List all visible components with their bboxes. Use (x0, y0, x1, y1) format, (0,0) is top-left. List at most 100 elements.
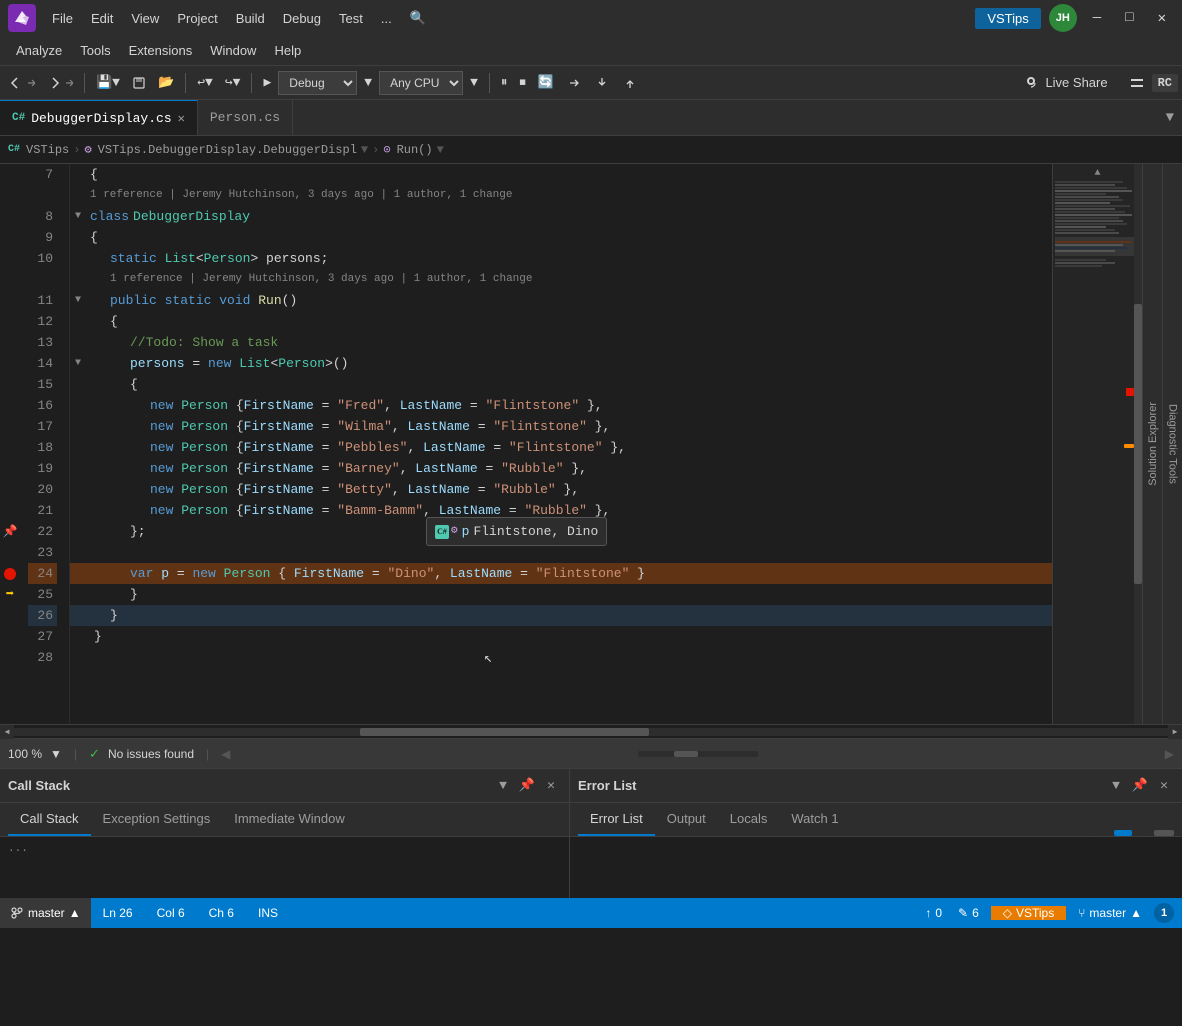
menu-file[interactable]: File (44, 7, 81, 30)
code-line-28 (86, 647, 1052, 668)
menu-edit[interactable]: Edit (83, 7, 121, 30)
error-list-content (570, 837, 1182, 898)
debug-restart[interactable]: 🔄 (533, 72, 559, 93)
minimize-button[interactable]: — (1085, 6, 1109, 30)
tab-immediate-window[interactable]: Immediate Window (222, 803, 357, 836)
user-avatar[interactable]: JH (1049, 4, 1077, 32)
h-scroll-left[interactable]: ◀ (0, 725, 14, 739)
menu-help[interactable]: Help (266, 39, 309, 62)
tab-dropdown[interactable]: ▼ (1158, 110, 1182, 126)
debug-start[interactable]: ▶ (258, 72, 276, 93)
call-stack-pin-btn[interactable]: 📌 (517, 776, 537, 796)
tab-locals[interactable]: Locals (718, 803, 780, 836)
fold-8[interactable]: ▼ (75, 211, 81, 222)
menu-view[interactable]: View (123, 7, 167, 30)
gutter-10 (0, 248, 20, 290)
menu-test[interactable]: Test (331, 7, 371, 30)
gutter-20 (0, 479, 20, 500)
solution-explorer-tab[interactable]: Solution Explorer (1142, 164, 1162, 724)
menu-extensions[interactable]: Extensions (121, 39, 201, 62)
zoom-level[interactable]: 100 % (8, 747, 42, 761)
editor-area: 📌 ➡ 7 8 9 10 11 12 13 14 15 16 17 18 19 … (0, 164, 1182, 724)
vstips-status[interactable]: ◇ VSTips (991, 906, 1066, 920)
tab-bar: C# DebuggerDisplay.cs ✕ Person.cs ▼ (0, 100, 1182, 136)
tab-output[interactable]: Output (655, 803, 718, 836)
code-line-27: } (86, 626, 1052, 647)
tab-debuggerdisplay[interactable]: C# DebuggerDisplay.cs ✕ (0, 100, 198, 135)
fold-14[interactable]: ▼ (75, 358, 81, 369)
tab-person[interactable]: Person.cs (198, 100, 293, 135)
status-col[interactable]: Col 6 (153, 906, 189, 920)
debug-config-select[interactable]: Debug Release (278, 71, 357, 95)
menu-project[interactable]: Project (169, 7, 225, 30)
menu-analyze[interactable]: Analyze (8, 39, 70, 62)
save-all-button[interactable]: 💾▼ (91, 72, 125, 93)
status-ch[interactable]: Ch 6 (205, 906, 238, 920)
open-button[interactable]: 📂 (153, 72, 179, 93)
tab-watch1[interactable]: Watch 1 (779, 803, 850, 836)
vstips-button[interactable]: VSTips (975, 8, 1040, 29)
minimap-scrollbar-thumb[interactable] (1134, 304, 1142, 584)
tab-debuggerdisplay-close[interactable]: ✕ (178, 111, 185, 126)
status-line[interactable]: Ln 26 (99, 906, 137, 920)
breadcrumb-method[interactable]: Run() (397, 143, 433, 157)
gutter-16 (0, 395, 20, 416)
breakpoint-dot[interactable] (4, 568, 16, 580)
tab-error-list[interactable]: Error List (578, 803, 655, 836)
tab-exception-settings[interactable]: Exception Settings (91, 803, 223, 836)
debug-step-in[interactable] (589, 72, 615, 94)
debug-stop[interactable]: ⏹ (514, 72, 531, 93)
branch-dropdown[interactable]: ▲ (69, 906, 81, 920)
h-scroll-track[interactable] (14, 728, 1168, 736)
call-stack-close-btn[interactable]: ✕ (541, 776, 561, 796)
rc-button[interactable]: RC (1152, 74, 1178, 92)
branch-label: master (1089, 906, 1126, 920)
live-share-button[interactable]: Live Share (1013, 72, 1117, 94)
zoom-dropdown[interactable]: ▼ (50, 747, 62, 761)
debug-step-over[interactable] (561, 72, 587, 94)
debug-pause[interactable]: ⏸ (496, 72, 513, 93)
error-list-dropdown-btn[interactable]: ▼ (1106, 776, 1126, 796)
debug-step-out[interactable] (617, 72, 643, 94)
breadcrumb-project[interactable]: VSTips (26, 143, 69, 157)
platform-dropdown[interactable]: ▼ (465, 72, 483, 93)
git-icon (10, 906, 24, 920)
h-scroll-right[interactable]: ▶ (1168, 725, 1182, 739)
code-line-25: } (86, 584, 1052, 605)
close-button[interactable]: ✕ (1150, 6, 1174, 31)
code-line-19: new Person {FirstName = "Barney", LastNa… (86, 458, 1052, 479)
menu-more[interactable]: ... (373, 7, 400, 30)
code-editor[interactable]: { 1 reference | Jeremy Hutchinson, 3 day… (86, 164, 1052, 724)
status-ins[interactable]: INS (254, 906, 282, 920)
maximize-button[interactable]: □ (1117, 6, 1141, 30)
toggle-button[interactable] (1124, 72, 1150, 94)
status-errors[interactable]: ↑ 0 (921, 906, 946, 920)
forward-button[interactable] (42, 73, 78, 93)
gutter-21 (0, 500, 20, 521)
breadcrumb-class[interactable]: VSTips.DebuggerDisplay.DebuggerDispl (98, 143, 357, 157)
menu-build[interactable]: Build (228, 7, 273, 30)
minimap-scroll-up[interactable]: ▲ (1055, 168, 1140, 179)
error-list-pin-btn[interactable]: 📌 (1130, 776, 1150, 796)
back-button[interactable] (4, 73, 40, 93)
menu-window[interactable]: Window (202, 39, 264, 62)
undo-button[interactable]: ↩▼ (192, 72, 218, 93)
menu-search[interactable]: 🔍 (402, 6, 434, 30)
h-scroll-thumb[interactable] (360, 728, 649, 736)
status-branch[interactable]: ⑂ master ▲ (1074, 906, 1146, 920)
platform-select[interactable]: Any CPU x64 x86 (379, 71, 463, 95)
call-stack-dropdown-btn[interactable]: ▼ (493, 776, 513, 796)
notification-badge[interactable]: 1 (1154, 903, 1174, 923)
gutter-24[interactable] (0, 563, 20, 584)
menu-tools[interactable]: Tools (72, 39, 118, 62)
diagnostic-tools-tab[interactable]: Diagnostic Tools (1162, 164, 1182, 724)
redo-button[interactable]: ↪▼ (220, 72, 246, 93)
fold-11[interactable]: ▼ (75, 295, 81, 306)
debug-config-dropdown[interactable]: ▼ (359, 72, 377, 93)
menu-debug[interactable]: Debug (275, 7, 329, 30)
status-warnings[interactable]: ✎ 6 (954, 906, 983, 920)
tab-call-stack[interactable]: Call Stack (8, 803, 91, 836)
git-status[interactable]: master ▲ (0, 898, 91, 928)
save-button[interactable] (127, 73, 151, 93)
error-list-close-btn[interactable]: ✕ (1154, 776, 1174, 796)
